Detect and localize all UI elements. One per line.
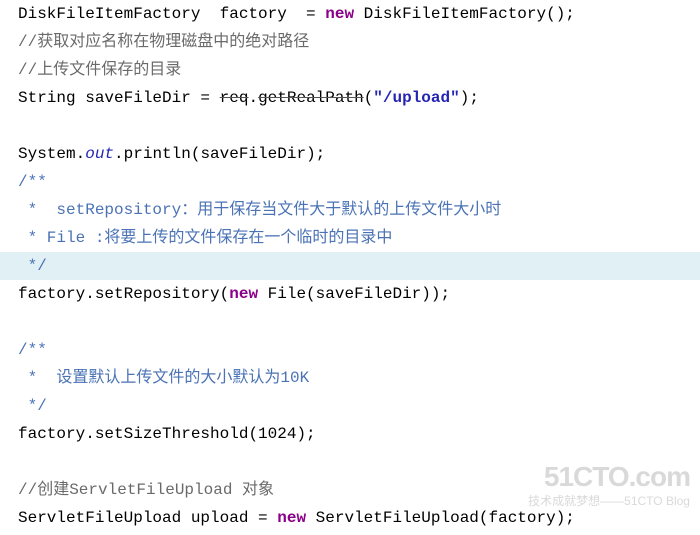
code-line: factory.setRepository(new File(saveFileD…: [0, 280, 700, 308]
javadoc-text: * setRepository：用于保存当文件大于默认的上传文件大小时: [18, 201, 501, 219]
code-line: factory.setSizeThreshold(1024);: [0, 420, 700, 448]
code-text: ServletFileUpload upload =: [18, 509, 277, 527]
code-line: ServletFileUpload upload = new ServletFi…: [0, 504, 700, 532]
code-line: * File :将要上传的文件保存在一个临时的目录中: [0, 224, 700, 252]
comment: //创建ServletFileUpload 对象: [18, 481, 274, 499]
javadoc-end: */: [18, 257, 47, 275]
code-text: .: [248, 89, 258, 107]
code-line: String saveFileDir = req.getRealPath("/u…: [0, 84, 700, 112]
code-text: (: [364, 89, 374, 107]
code-text: File(saveFileDir));: [258, 285, 450, 303]
code-line: //创建ServletFileUpload 对象: [0, 476, 700, 504]
javadoc-start: /**: [18, 173, 47, 191]
code-text: String saveFileDir =: [18, 89, 220, 107]
code-line: [0, 448, 700, 476]
keyword-new: new: [229, 285, 258, 303]
code-text: .println(saveFileDir);: [114, 145, 325, 163]
string-literal: "/upload": [373, 89, 459, 107]
deprecated-method: getRealPath: [258, 89, 364, 107]
keyword-new: new: [325, 5, 354, 23]
deprecated-var: req: [220, 89, 249, 107]
code-text: factory.setSizeThreshold(1024);: [18, 425, 316, 443]
javadoc-end: */: [18, 397, 47, 415]
code-text: ServletFileUpload(factory);: [306, 509, 575, 527]
static-field: out: [85, 145, 114, 163]
keyword-new: new: [277, 509, 306, 527]
code-line-highlighted: */: [0, 252, 700, 280]
code-line: * 设置默认上传文件的大小默认为10K: [0, 364, 700, 392]
code-line: DiskFileItemFactory factory = new DiskFi…: [0, 0, 700, 28]
code-text: DiskFileItemFactory factory =: [18, 5, 325, 23]
code-text: DiskFileItemFactory();: [354, 5, 575, 23]
code-line: System.out.println(saveFileDir);: [0, 140, 700, 168]
code-line: [0, 308, 700, 336]
code-text: );: [460, 89, 479, 107]
javadoc-text: * 设置默认上传文件的大小默认为10K: [18, 369, 309, 387]
comment: //获取对应名称在物理磁盘中的绝对路径: [18, 33, 309, 51]
code-text: System.: [18, 145, 85, 163]
code-line: //获取对应名称在物理磁盘中的绝对路径: [0, 28, 700, 56]
comment: //上传文件保存的目录: [18, 61, 181, 79]
code-line: * setRepository：用于保存当文件大于默认的上传文件大小时: [0, 196, 700, 224]
code-text: factory.setRepository(: [18, 285, 229, 303]
code-line: /**: [0, 168, 700, 196]
code-line: */: [0, 392, 700, 420]
code-line: [0, 112, 700, 140]
code-line: /**: [0, 336, 700, 364]
code-line: //上传文件保存的目录: [0, 56, 700, 84]
javadoc-text: * File :将要上传的文件保存在一个临时的目录中: [18, 229, 392, 247]
javadoc-start: /**: [18, 341, 47, 359]
